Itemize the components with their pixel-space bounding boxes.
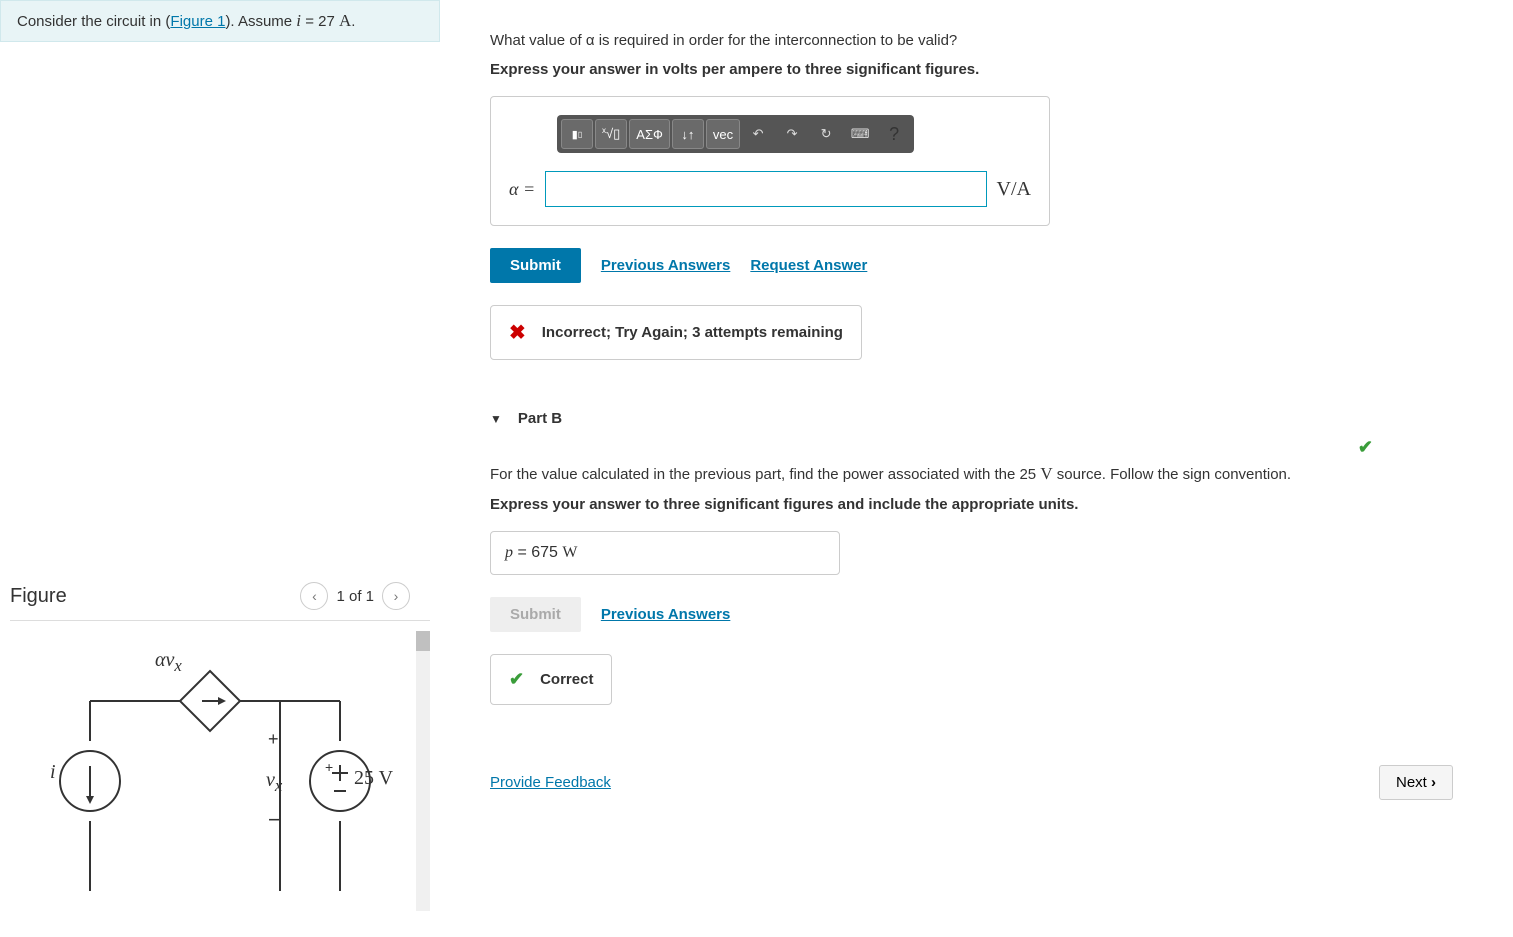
- parta-submit-button[interactable]: Submit: [490, 248, 581, 283]
- figure-scrollbar-thumb[interactable]: [416, 631, 430, 651]
- problem-eq: = 27: [301, 13, 339, 30]
- parta-feedback-box: ✖ Incorrect; Try Again; 3 attempts remai…: [490, 305, 862, 360]
- equation-toolbar: ▮▯ x√▯ ΑΣФ ↓↑ vec ↶ ↷ ↻ ⌨ ?: [557, 115, 914, 153]
- toolbar-undo-button[interactable]: ↶: [742, 119, 774, 149]
- problem-statement: Consider the circuit in (Figure 1). Assu…: [0, 0, 440, 42]
- next-button[interactable]: Next ›: [1379, 765, 1453, 800]
- figure-title: Figure: [10, 585, 67, 608]
- caret-down-icon: ▼: [490, 412, 502, 426]
- partb-previous-answers-link[interactable]: Previous Answers: [601, 606, 731, 623]
- figure-scrollbar-track: [416, 631, 430, 911]
- partb-feedback-box: ✔ Correct: [490, 654, 612, 705]
- problem-suffix: .: [351, 13, 355, 30]
- partb-complete-icon: ✔: [1358, 437, 1373, 458]
- figure-diagram: αvx i + − vx 25 V +: [10, 631, 430, 911]
- toolbar-keyboard-button[interactable]: ⌨: [844, 119, 876, 149]
- figure-prev-button[interactable]: ‹: [300, 582, 328, 610]
- figure-count: 1 of 1: [336, 588, 374, 605]
- alpha-label: α =: [509, 179, 535, 200]
- label-minus-bottom: −: [268, 807, 281, 833]
- partb-instruction: Express your answer to three significant…: [490, 496, 1493, 513]
- label-i: i: [50, 761, 56, 784]
- label-plus-top: +: [268, 729, 279, 750]
- parta-request-answer-link[interactable]: Request Answer: [750, 257, 867, 274]
- figure-link[interactable]: Figure 1: [170, 13, 225, 30]
- label-source-plus: +: [325, 759, 333, 775]
- partb-answer-display: p = 675 W: [490, 531, 840, 575]
- figure-next-button[interactable]: ›: [382, 582, 410, 610]
- toolbar-greek-button[interactable]: ΑΣФ: [629, 119, 670, 149]
- parta-answer-box: ▮▯ x√▯ ΑΣФ ↓↑ vec ↶ ↷ ↻ ⌨ ? α = V/A: [490, 96, 1050, 226]
- label-alpha-vx: αv: [155, 649, 174, 671]
- parta-instruction: Express your answer in volts per ampere …: [490, 61, 1493, 78]
- label-25v: 25 V: [354, 767, 393, 790]
- toolbar-reset-button[interactable]: ↻: [810, 119, 842, 149]
- label-alpha-vx-sub: x: [174, 656, 181, 675]
- label-vx: v: [266, 769, 275, 791]
- toolbar-redo-button[interactable]: ↷: [776, 119, 808, 149]
- toolbar-vec-button[interactable]: vec: [706, 119, 740, 149]
- parta-feedback-text: Incorrect; Try Again; 3 attempts remaini…: [542, 324, 843, 341]
- correct-icon: ✔: [509, 669, 524, 690]
- partb-header[interactable]: ▼ Part B: [490, 400, 1493, 437]
- partb-answer-var: p: [505, 544, 513, 561]
- parta-previous-answers-link[interactable]: Previous Answers: [601, 257, 731, 274]
- partb-answer-eq: = 675: [513, 544, 562, 561]
- partb-feedback-text: Correct: [540, 671, 593, 688]
- parta-question: What value of α is required in order for…: [490, 30, 1493, 51]
- incorrect-icon: ✖: [509, 320, 526, 345]
- label-vx-sub: x: [275, 776, 282, 795]
- problem-prefix: Consider the circuit in (: [17, 13, 170, 30]
- toolbar-sqrt-button[interactable]: x√▯: [595, 119, 627, 149]
- partb-answer-unit: W: [562, 544, 577, 561]
- partb-question: For the value calculated in the previous…: [490, 462, 1493, 486]
- toolbar-scripts-button[interactable]: ↓↑: [672, 119, 704, 149]
- alpha-unit: V/A: [997, 178, 1031, 201]
- partb-title: Part B: [518, 410, 562, 427]
- chevron-right-icon: ›: [1431, 774, 1436, 791]
- problem-mid: ). Assume: [225, 13, 296, 30]
- provide-feedback-link[interactable]: Provide Feedback: [490, 774, 611, 791]
- problem-unit: A: [339, 11, 351, 30]
- alpha-input[interactable]: [545, 171, 986, 207]
- toolbar-help-button[interactable]: ?: [878, 119, 910, 149]
- partb-submit-button: Submit: [490, 597, 581, 632]
- toolbar-templates-button[interactable]: ▮▯: [561, 119, 593, 149]
